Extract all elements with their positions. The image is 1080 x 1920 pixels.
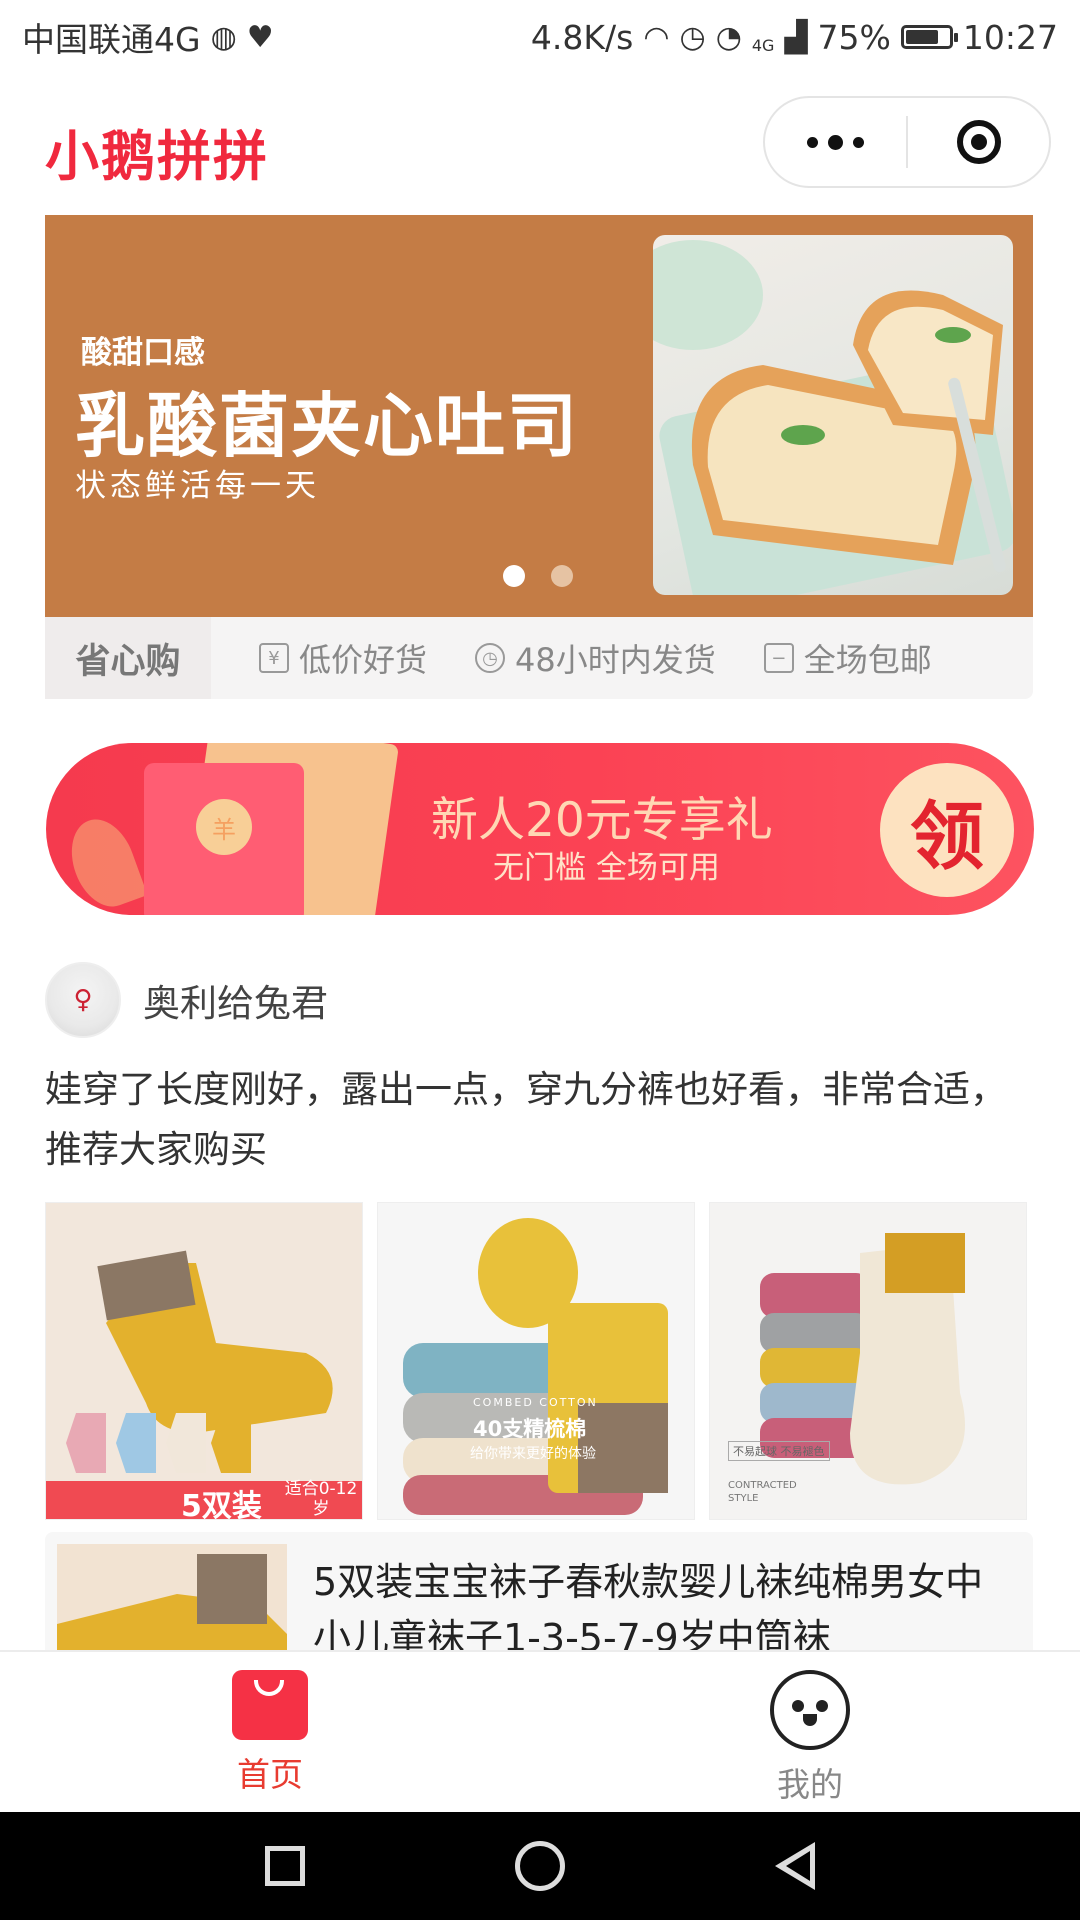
toast-image	[653, 235, 1013, 595]
capsule-menu	[763, 96, 1051, 188]
review-photo[interactable]: 5双装 适合0-12岁	[45, 1202, 363, 1520]
target-icon[interactable]	[908, 120, 1049, 164]
product-card[interactable]: 5双装宝宝袜子春秋款婴儿袜纯棉男女中小儿童袜子1-3-5-7-9岁中筒袜	[45, 1532, 1033, 1652]
mini-program-header: 小鹅拼拼	[0, 74, 1080, 214]
bottom-tab-bar: 首页 我的	[0, 1650, 1080, 1814]
photo-tag: 适合0-12岁	[284, 1479, 358, 1519]
review-author: ♀ 奥利给兔君	[45, 962, 1033, 1038]
feature-free-shipping: − 全场包邮	[763, 635, 932, 681]
banner-description: 状态鲜活每一天	[75, 468, 320, 504]
review-text: 娃穿了长度刚好，露出一点，穿九分裤也好看，非常合适，推荐大家购买	[45, 1068, 1007, 1171]
feature-label: 低价好货	[299, 641, 428, 679]
service-features: 省心购 ¥ 低价好货 ◷ 48小时内发货 − 全场包邮	[45, 617, 1033, 699]
clock-icon: ◷	[475, 643, 506, 673]
product-name: 5双装宝宝袜子春秋款婴儿袜纯棉男女中小儿童袜子1-3-5-7-9岁中筒袜	[313, 1560, 984, 1652]
battery-percent: 75%	[817, 17, 891, 57]
yen-icon: ¥	[259, 643, 289, 673]
claim-coupon-button[interactable]: 领	[880, 763, 1014, 897]
penguin-icon	[770, 1670, 850, 1750]
author-name: 奥利给兔君	[143, 982, 328, 1025]
recents-icon[interactable]	[265, 1846, 305, 1886]
tab-profile[interactable]: 我的	[540, 1652, 1080, 1814]
product-thumbnail	[57, 1544, 287, 1652]
more-dots-icon[interactable]	[765, 134, 906, 150]
review-photo[interactable]: COMBED COTTON 40支精梳棉 给你带来更好的体验	[377, 1202, 695, 1520]
coin-icon: 羊	[196, 799, 252, 855]
features-title: 省心购	[45, 617, 211, 699]
globe-icon: ◍	[210, 19, 237, 55]
clock-time: 10:27	[962, 17, 1058, 57]
headset-icon: ◠	[643, 19, 670, 55]
photo-caption: 5双装	[181, 1489, 262, 1520]
coupon-title: 新人20元专享礼	[431, 793, 773, 848]
review-photos: 5双装 适合0-12岁 COMBED COTTON 40支精梳棉 给你带来更好的…	[45, 1202, 1033, 1520]
tab-home[interactable]: 首页	[0, 1652, 540, 1814]
carousel-indicator	[503, 565, 573, 587]
review-photo[interactable]: 不易起球 不易褪色 CONTRACTED STYLE	[709, 1202, 1027, 1520]
carousel-dot-active[interactable]	[503, 565, 525, 587]
shipping-icon: −	[763, 643, 794, 673]
network-type: 4G	[751, 35, 775, 55]
coupon-subtitle: 无门槛 全场可用	[493, 850, 720, 886]
new-user-coupon-banner[interactable]: 羊 新人20元专享礼 无门槛 全场可用 领	[46, 743, 1034, 915]
wifi-icon: ◔	[715, 19, 742, 55]
banner-subtitle: 酸甜口感	[81, 335, 205, 371]
back-icon[interactable]	[775, 1842, 815, 1890]
home-icon[interactable]	[515, 1841, 565, 1891]
red-envelope-icon: 羊	[144, 763, 304, 915]
carousel-dot[interactable]	[551, 565, 573, 587]
leaf-decoration	[60, 810, 148, 915]
feature-fast-shipping: ◷ 48小时内发货	[475, 635, 716, 681]
avatar: ♀	[45, 962, 121, 1038]
carrier-label: 中国联通4G	[22, 20, 201, 59]
promo-banner[interactable]: 酸甜口感 乳酸菌夹心吐司 状态鲜活每一天	[45, 215, 1033, 617]
photo-caption-top: COMBED COTTON	[473, 1396, 598, 1409]
app-title: 小鹅拼拼	[45, 125, 269, 188]
signal-icon: ▟	[784, 19, 808, 55]
feature-low-price: ¥ 低价好货	[259, 635, 427, 681]
banner-title: 乳酸菌夹心吐司	[75, 385, 579, 467]
alarm-icon: ◷	[679, 19, 706, 55]
photo-caption-sub: 给你带来更好的体验	[470, 1446, 596, 1462]
shopping-bag-icon	[232, 1670, 308, 1740]
photo-caption: 不易起球 不易褪色	[728, 1441, 830, 1461]
status-bar: 中国联通4G ◍ ♥ 4.8K/s ◠ ◷ ◔ 4G ▟ 75% 10:27	[0, 0, 1080, 74]
photo-caption: 40支精梳棉	[473, 1417, 587, 1441]
battery-icon	[900, 25, 958, 49]
tab-label: 首页	[237, 1755, 303, 1794]
feature-label: 全场包邮	[803, 641, 932, 679]
review-card[interactable]: ♀ 奥利给兔君 娃穿了长度刚好，露出一点，穿九分裤也好看，非常合适，推荐大家购买…	[45, 962, 1033, 1520]
system-navigation-bar	[0, 1812, 1080, 1920]
feature-label: 48小时内发货	[515, 641, 716, 679]
heart-rate-icon: ♥	[246, 19, 274, 55]
photo-caption-sub: CONTRACTED STYLE	[728, 1480, 797, 1504]
net-speed-label: 4.8K/s	[530, 17, 634, 57]
tab-label: 我的	[777, 1765, 843, 1804]
